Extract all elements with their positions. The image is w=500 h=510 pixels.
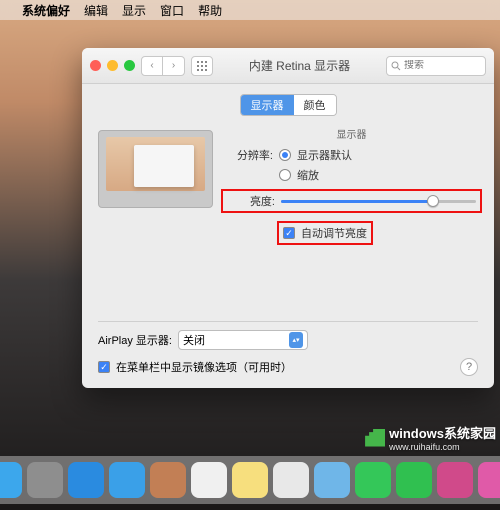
traffic-lights <box>90 60 135 71</box>
menu-help[interactable]: 帮助 <box>198 2 222 19</box>
close-button[interactable] <box>90 60 101 71</box>
minimize-button[interactable] <box>107 60 118 71</box>
nav-buttons: ‹ › <box>141 56 185 76</box>
dock-app-calendar[interactable] <box>191 462 227 498</box>
watermark-url: www.ruihaifu.com <box>389 442 496 452</box>
airplay-label: AirPlay 显示器: <box>98 332 172 348</box>
dock <box>0 456 500 504</box>
menu-edit[interactable]: 编辑 <box>84 2 108 19</box>
dock-app-contacts[interactable] <box>150 462 186 498</box>
watermark-sub: 系统家园 <box>444 426 496 441</box>
resolution-default-radio[interactable] <box>279 149 291 161</box>
resolution-scaled-text: 缩放 <box>297 167 319 183</box>
menu-view[interactable]: 显示 <box>122 2 146 19</box>
window-body: 显示器 颜色 显示器 分辨率: 显示器默认 缩放 <box>82 84 494 388</box>
dock-app-photo-booth[interactable] <box>437 462 473 498</box>
dock-app-facetime[interactable] <box>396 462 432 498</box>
dock-app-mail[interactable] <box>109 462 145 498</box>
dock-app-messages[interactable] <box>355 462 391 498</box>
dock-app-launchpad[interactable] <box>27 462 63 498</box>
brightness-slider[interactable] <box>281 194 476 208</box>
dock-app-safari[interactable] <box>68 462 104 498</box>
tab-color[interactable]: 颜色 <box>294 95 336 115</box>
brightness-label: 亮度: <box>227 193 275 209</box>
display-thumbnail <box>98 130 213 208</box>
airplay-select[interactable]: 关闭 ▴▾ <box>178 330 308 350</box>
settings-header: 显示器 <box>225 126 478 141</box>
dock-app-notes[interactable] <box>232 462 268 498</box>
brightness-row-highlight: 亮度: <box>221 189 482 213</box>
dock-app-reminders[interactable] <box>273 462 309 498</box>
mirror-checkbox[interactable]: ✓ <box>98 361 110 373</box>
grid-icon <box>197 61 207 71</box>
search-input[interactable] <box>404 60 474 71</box>
menu-window[interactable]: 窗口 <box>160 2 184 19</box>
show-all-button[interactable] <box>191 56 213 76</box>
dock-app-finder[interactable] <box>0 462 22 498</box>
resolution-label: 分辨率: <box>225 147 273 163</box>
titlebar: ‹ › 内建 Retina 显示器 <box>82 48 494 84</box>
menu-app[interactable]: 系统偏好 <box>22 2 70 19</box>
select-arrows-icon: ▴▾ <box>289 332 303 348</box>
tab-display[interactable]: 显示器 <box>241 95 294 115</box>
menubar: 系统偏好 编辑 显示 窗口 帮助 <box>0 0 500 20</box>
back-button[interactable]: ‹ <box>141 56 163 76</box>
zoom-button[interactable] <box>124 60 135 71</box>
auto-brightness-row-highlight: ✓ 自动调节亮度 <box>277 221 373 245</box>
preferences-window: ‹ › 内建 Retina 显示器 显示器 颜色 显示器 分辨率: <box>82 48 494 388</box>
auto-brightness-label: 自动调节亮度 <box>301 225 367 241</box>
resolution-default-text: 显示器默认 <box>297 147 352 163</box>
window-title: 内建 Retina 显示器 <box>219 57 380 74</box>
airplay-value: 关闭 <box>183 332 205 348</box>
dock-app-itunes[interactable] <box>478 462 500 498</box>
mirror-label: 在菜单栏中显示镜像选项（可用时） <box>116 359 292 375</box>
search-icon <box>391 61 401 71</box>
resolution-scaled-radio[interactable] <box>279 169 291 181</box>
watermark-logo-icon <box>365 429 385 447</box>
watermark-brand: windows <box>389 426 444 441</box>
help-button[interactable]: ? <box>460 358 478 376</box>
dock-app-maps[interactable] <box>314 462 350 498</box>
watermark: windows系统家园 www.ruihaifu.com <box>365 423 496 452</box>
search-field[interactable] <box>386 56 486 76</box>
auto-brightness-checkbox[interactable]: ✓ <box>283 227 295 239</box>
tab-bar: 显示器 颜色 <box>98 94 478 116</box>
forward-button[interactable]: › <box>163 56 185 76</box>
